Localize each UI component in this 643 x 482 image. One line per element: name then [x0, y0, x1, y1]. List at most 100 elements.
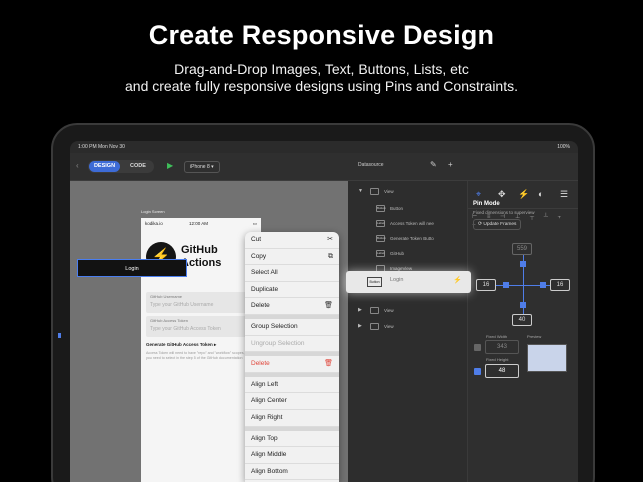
- collapse-triangle-icon[interactable]: ▶: [358, 323, 362, 329]
- palette-tab-icon[interactable]: ◐: [538, 189, 543, 199]
- phone-preview[interactable]: kodika.io 12:00 AM ▭ ⚡ GitHub Actions Gi…: [141, 218, 261, 482]
- menu-item-label: Align Middle: [251, 451, 287, 459]
- layer-row[interactable]: Label GitHub: [376, 248, 462, 261]
- layer-label: View: [384, 324, 394, 329]
- menu-item-label: Align Bottom: [251, 467, 288, 475]
- tab-design[interactable]: DESIGN: [89, 161, 120, 172]
- token-field[interactable]: GitHub Access Token Type your GitHub Acc…: [146, 316, 256, 337]
- menu-item-align-top[interactable]: Align Top: [245, 431, 339, 448]
- expand-triangle-icon[interactable]: ▼: [358, 188, 363, 194]
- copy-icon: ⧉: [328, 252, 333, 260]
- menu-item-copy[interactable]: Copy ⧉: [245, 249, 339, 266]
- menu-item-align-center[interactable]: Align Center: [245, 393, 339, 410]
- action-tab-icon[interactable]: ⚡: [518, 189, 529, 200]
- menu-item-duplicate[interactable]: Duplicate: [245, 282, 339, 299]
- add-icon[interactable]: +: [448, 160, 453, 169]
- carrier-label: kodika.io: [145, 221, 163, 226]
- layer-label: GitHub: [390, 251, 405, 256]
- generate-token-description: Access Token will need to have "repo" an…: [146, 351, 255, 360]
- menu-item-label: Delete: [251, 360, 270, 368]
- fixed-height-field[interactable]: 48: [485, 364, 519, 378]
- layer-label: Button: [390, 206, 404, 211]
- pin-top-toggle[interactable]: [520, 261, 526, 267]
- view-icon: [370, 188, 379, 195]
- back-chevron-icon[interactable]: ‹: [76, 161, 79, 170]
- label-icon: Label: [376, 220, 385, 227]
- fixed-width-label: Fixed Width: [486, 334, 508, 339]
- menu-item-label: Delete: [251, 302, 270, 310]
- menu-item-label: Cut: [251, 236, 262, 243]
- menu-item-align-right[interactable]: Align Right: [245, 410, 339, 427]
- phone-screen-title: Login Screen: [141, 209, 165, 214]
- editor-toolbar: ‹ DESIGN CODE ▶ iPhone 8 ▾ Datasource ✎ …: [70, 153, 578, 181]
- layer-row[interactable]: View: [370, 186, 462, 199]
- layer-row[interactable]: Button Button: [376, 203, 462, 216]
- layer-label: View: [384, 308, 394, 313]
- menu-item-label: Align Center: [251, 397, 287, 405]
- menu-item-align-middle[interactable]: Align Middle: [245, 447, 339, 464]
- pin-mode-title: Pin Mode: [473, 201, 500, 207]
- layer-row[interactable]: View: [370, 321, 462, 334]
- pin-bottom-toggle[interactable]: [520, 302, 526, 308]
- fixed-width-field[interactable]: 343: [485, 340, 519, 354]
- selected-layer-row[interactable]: Button Login ⚡: [346, 271, 471, 293]
- token-label: GitHub Access Token: [150, 318, 188, 323]
- pin-left-field[interactable]: 16: [476, 279, 496, 291]
- update-frames-label: Update Frames: [483, 222, 517, 227]
- token-placeholder: Type your GitHub Access Token: [150, 326, 221, 332]
- pin-right-toggle[interactable]: [540, 282, 546, 288]
- trash-icon: 🗑: [324, 302, 333, 310]
- layers-panel: ▼ View Button Button Label Access Token …: [348, 181, 468, 482]
- datasource-button[interactable]: Datasource: [358, 162, 384, 168]
- layer-label: View: [384, 189, 394, 194]
- mode-segmented-control: DESIGN CODE: [88, 160, 154, 173]
- update-frames-button[interactable]: ⟳ Update Frames: [473, 219, 522, 230]
- fixed-height-checkbox[interactable]: [474, 368, 481, 375]
- menu-item-label: Duplicate: [251, 285, 279, 293]
- menu-item-ungroup-selection: Ungroup Selection: [245, 336, 339, 353]
- pin-right-field[interactable]: 16: [550, 279, 570, 291]
- fixed-width-checkbox[interactable]: [474, 344, 481, 351]
- device-selector[interactable]: iPhone 8 ▾: [184, 161, 220, 173]
- menu-item-label: Align Top: [251, 434, 278, 442]
- layer-row[interactable]: View: [370, 305, 462, 318]
- trash-icon: 🗑: [324, 360, 333, 368]
- menu-item-delete[interactable]: Delete 🗑: [245, 298, 339, 315]
- login-button[interactable]: Login: [77, 259, 187, 277]
- tab-code[interactable]: CODE: [123, 161, 153, 172]
- pin-top-field[interactable]: 559: [512, 243, 532, 255]
- fixed-height-label: Fixed Height: [486, 357, 509, 362]
- action-icon: ⚡: [453, 277, 462, 284]
- layer-row[interactable]: Button Generate Token Butto: [376, 233, 462, 246]
- menu-item-align-left[interactable]: Align Left: [245, 377, 339, 394]
- collapse-triangle-icon[interactable]: ▶: [358, 307, 362, 313]
- preview-label: Preview: [527, 334, 542, 339]
- pin-bottom-field[interactable]: 40: [512, 314, 532, 326]
- scissors-icon: ✂: [327, 236, 333, 243]
- menu-item-label: Align Right: [251, 413, 283, 421]
- status-time: 1:00 PM Mon Nov 30: [78, 144, 125, 150]
- menu-item-select-all[interactable]: Select All: [245, 265, 339, 282]
- play-icon[interactable]: ▶: [167, 161, 173, 170]
- subtitle-line-2: and create fully responsive designs usin…: [125, 78, 518, 94]
- menu-item-group-selection[interactable]: Group Selection: [245, 319, 339, 336]
- layer-label: Access Token will nee: [390, 221, 434, 226]
- username-field[interactable]: GitHub Username Type your GitHub Usernam…: [146, 292, 256, 313]
- selected-layer-label: Login: [390, 277, 404, 283]
- menu-item-label: Group Selection: [251, 322, 298, 330]
- pin-left-toggle[interactable]: [503, 282, 509, 288]
- pin-tab-icon[interactable]: ⌖: [476, 189, 481, 200]
- menu-item-delete-destructive[interactable]: Delete 🗑: [245, 356, 339, 373]
- layout-tab-icon[interactable]: ☰: [560, 189, 568, 200]
- magic-wand-icon[interactable]: ✎: [430, 160, 437, 169]
- move-tab-icon[interactable]: ✥: [498, 189, 506, 200]
- generate-token-link[interactable]: Generate GitHub Access Token ▸: [146, 342, 216, 348]
- menu-item-cut[interactable]: Cut ✂: [245, 232, 339, 249]
- button-icon: Button: [376, 205, 386, 212]
- device-label: iPhone 8: [190, 164, 210, 170]
- app-title-line-2: Actions: [181, 257, 222, 269]
- username-placeholder: Type your GitHub Username: [150, 302, 214, 308]
- layer-row[interactable]: Label Access Token will nee: [376, 218, 462, 231]
- menu-item-align-bottom[interactable]: Align Bottom: [245, 464, 339, 481]
- side-indicator: [58, 333, 61, 338]
